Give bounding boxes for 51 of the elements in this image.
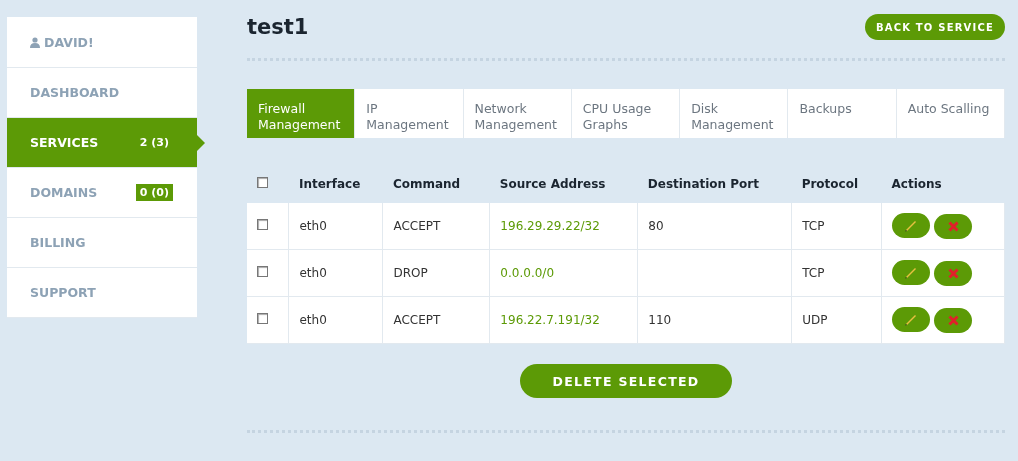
sidebar-item-label: SUPPORT xyxy=(30,285,96,300)
column-header: Command xyxy=(382,165,490,204)
item-count: 2 (3) xyxy=(138,135,170,151)
table-cell: UDP xyxy=(791,296,882,344)
table-cell: 80 xyxy=(637,203,792,250)
tab[interactable]: Firewall Management xyxy=(247,88,356,139)
table-cell: eth0 xyxy=(288,203,383,250)
pencil-icon xyxy=(904,218,919,233)
table-cell: DROP xyxy=(382,249,490,297)
table-cell: ACCEPT xyxy=(382,203,490,250)
column-header: Actions xyxy=(881,165,1005,204)
delete-button[interactable] xyxy=(934,261,973,287)
table-cell: TCP xyxy=(791,249,882,297)
row-checkbox[interactable] xyxy=(257,219,268,231)
edit-button[interactable] xyxy=(892,259,931,285)
close-icon xyxy=(947,315,959,327)
column-header: Protocol xyxy=(791,165,882,204)
column-header: Interface xyxy=(288,165,383,204)
pencil-icon xyxy=(904,265,919,280)
delete-selected-button[interactable]: DELETE SELECTED xyxy=(520,364,732,398)
row-checkbox[interactable] xyxy=(257,313,268,325)
close-icon xyxy=(947,268,959,280)
delete-button[interactable] xyxy=(934,308,973,334)
sidebar-item-label: SERVICES xyxy=(30,135,99,150)
column-header: Source Address xyxy=(489,165,638,204)
table-cell: TCP xyxy=(791,203,882,250)
close-icon xyxy=(947,221,959,233)
select-all-checkbox[interactable] xyxy=(257,177,268,189)
user-name: DAVID! xyxy=(44,34,94,50)
page-title: test1 xyxy=(247,15,309,40)
delete-button[interactable] xyxy=(934,214,973,240)
sidebar-item[interactable]: SERVICES 2 (3) xyxy=(7,118,197,168)
count-badge: 0 (0) xyxy=(135,184,173,201)
table-cell: ACCEPT xyxy=(382,296,490,344)
sidebar-item-label: BILLING xyxy=(30,235,86,250)
table-cell: 0.0.0.0/0 xyxy=(489,249,638,297)
edit-button[interactable] xyxy=(892,306,931,332)
sidebar-item-label: DOMAINS xyxy=(30,185,98,200)
table-cell: eth0 xyxy=(288,249,383,297)
table-cell: eth0 xyxy=(288,296,383,344)
column-header: Destination Port xyxy=(637,165,792,204)
pointer-arrow xyxy=(197,135,205,151)
table-cell: 196.22.7.191/32 xyxy=(489,296,638,344)
back-button[interactable]: BACK TO SERVICE xyxy=(864,14,1005,41)
sidebar-item-label: DASHBOARD xyxy=(30,85,119,100)
table-cell: 110 xyxy=(637,296,792,344)
table-cell: 196.29.29.22/32 xyxy=(489,203,638,250)
row-checkbox[interactable] xyxy=(257,266,268,278)
user-icon xyxy=(30,36,40,48)
edit-button[interactable] xyxy=(892,212,931,238)
pencil-icon xyxy=(904,312,919,327)
